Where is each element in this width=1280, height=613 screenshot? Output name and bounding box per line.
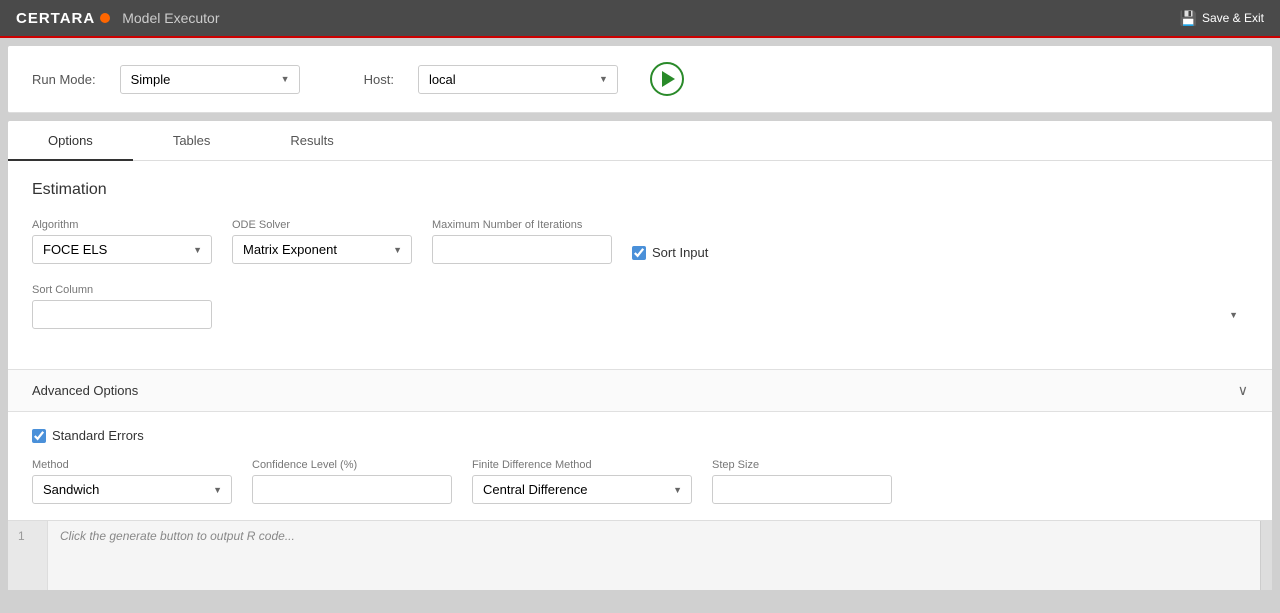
certara-logo: CERTARA bbox=[16, 10, 110, 27]
scrollbar[interactable] bbox=[1260, 521, 1272, 590]
run-mode-bar: Run Mode: Simple Advanced Host: local re… bbox=[8, 46, 1272, 113]
line-number-1: 1 bbox=[18, 529, 25, 543]
advanced-options-label: Advanced Options bbox=[32, 383, 138, 398]
run-mode-label: Run Mode: bbox=[32, 72, 96, 87]
host-select-wrapper: local remote bbox=[418, 65, 618, 94]
save-exit-button[interactable]: 💾 Save & Exit bbox=[1180, 10, 1264, 27]
finite-diff-field-group: Finite Difference Method Central Differe… bbox=[472, 459, 692, 504]
method-label: Method bbox=[32, 459, 232, 471]
finite-diff-label: Finite Difference Method bbox=[472, 459, 692, 471]
top-nav: CERTARA Model Executor 💾 Save & Exit bbox=[0, 0, 1280, 38]
brand-area: CERTARA Model Executor bbox=[16, 10, 220, 27]
confidence-level-label: Confidence Level (%) bbox=[252, 459, 452, 471]
confidence-level-input[interactable]: 95 bbox=[252, 475, 452, 504]
step-size-label: Step Size bbox=[712, 459, 892, 471]
ode-solver-select[interactable]: Matrix Exponent LSODA RK4 bbox=[232, 235, 412, 264]
sort-input-checkbox[interactable] bbox=[632, 246, 646, 260]
host-label: Host: bbox=[364, 72, 394, 87]
algorithm-label: Algorithm bbox=[32, 219, 212, 231]
step-size-field-group: Step Size 0.01 bbox=[712, 459, 892, 504]
algorithm-field-group: Algorithm FOCE ELS FOCE FO SAEM bbox=[32, 219, 212, 264]
run-mode-select[interactable]: Simple Advanced bbox=[120, 65, 300, 94]
max-iterations-input[interactable]: 1000 bbox=[432, 235, 612, 264]
code-area: 1 Click the generate button to output R … bbox=[8, 520, 1272, 590]
code-placeholder: Click the generate button to output R co… bbox=[48, 521, 1272, 590]
sort-input-group: Sort Input bbox=[632, 245, 708, 260]
sort-column-row: Sort Column bbox=[32, 284, 1248, 329]
sort-column-field-group: Sort Column bbox=[32, 284, 1248, 329]
line-numbers: 1 bbox=[8, 521, 48, 590]
logo-dot bbox=[100, 13, 110, 23]
sort-column-label: Sort Column bbox=[32, 284, 1248, 296]
save-exit-label: Save & Exit bbox=[1202, 11, 1264, 25]
host-select[interactable]: local remote bbox=[418, 65, 618, 94]
tabs: Options Tables Results bbox=[8, 121, 1272, 161]
standard-errors-section: Standard Errors Method Sandwich S Matrix… bbox=[8, 412, 1272, 520]
ode-solver-field-group: ODE Solver Matrix Exponent LSODA RK4 bbox=[232, 219, 412, 264]
ode-solver-label: ODE Solver bbox=[232, 219, 412, 231]
sort-input-label: Sort Input bbox=[652, 245, 708, 260]
method-select[interactable]: Sandwich S Matrix R Matrix bbox=[32, 475, 232, 504]
sort-column-select-wrapper bbox=[32, 300, 1248, 329]
sort-column-select[interactable] bbox=[32, 300, 212, 329]
tab-options[interactable]: Options bbox=[8, 121, 133, 160]
tab-tables[interactable]: Tables bbox=[133, 121, 251, 160]
main-options-row: Algorithm FOCE ELS FOCE FO SAEM ODE Solv… bbox=[32, 219, 1248, 264]
algorithm-select-wrapper: FOCE ELS FOCE FO SAEM bbox=[32, 235, 212, 264]
logo-text: CERTARA bbox=[16, 10, 95, 27]
step-size-input[interactable]: 0.01 bbox=[712, 475, 892, 504]
chevron-down-icon: ∨ bbox=[1238, 382, 1248, 399]
standard-errors-label: Standard Errors bbox=[52, 428, 144, 443]
algorithm-select[interactable]: FOCE ELS FOCE FO SAEM bbox=[32, 235, 212, 264]
method-row: Method Sandwich S Matrix R Matrix Confid… bbox=[32, 459, 1248, 504]
play-icon bbox=[662, 71, 675, 87]
save-icon: 💾 bbox=[1180, 10, 1197, 27]
method-select-wrapper: Sandwich S Matrix R Matrix bbox=[32, 475, 232, 504]
max-iterations-label: Maximum Number of Iterations bbox=[432, 219, 612, 231]
estimation-title: Estimation bbox=[32, 181, 1248, 199]
confidence-level-field-group: Confidence Level (%) 95 bbox=[252, 459, 452, 504]
finite-diff-select[interactable]: Central Difference Forward Difference Ba… bbox=[472, 475, 692, 504]
finite-diff-select-wrapper: Central Difference Forward Difference Ba… bbox=[472, 475, 692, 504]
max-iterations-field-group: Maximum Number of Iterations 1000 bbox=[432, 219, 612, 264]
app-title: Model Executor bbox=[122, 10, 219, 26]
method-field-group: Method Sandwich S Matrix R Matrix bbox=[32, 459, 232, 504]
options-content: Estimation Algorithm FOCE ELS FOCE FO SA… bbox=[8, 161, 1272, 369]
main-content: Options Tables Results Estimation Algori… bbox=[8, 121, 1272, 590]
run-button[interactable] bbox=[650, 62, 684, 96]
advanced-options-bar[interactable]: Advanced Options ∨ bbox=[8, 369, 1272, 412]
standard-errors-checkbox[interactable] bbox=[32, 429, 46, 443]
ode-solver-select-wrapper: Matrix Exponent LSODA RK4 bbox=[232, 235, 412, 264]
run-mode-select-wrapper: Simple Advanced bbox=[120, 65, 300, 94]
standard-errors-group: Standard Errors bbox=[32, 428, 1248, 443]
tab-results[interactable]: Results bbox=[250, 121, 373, 160]
